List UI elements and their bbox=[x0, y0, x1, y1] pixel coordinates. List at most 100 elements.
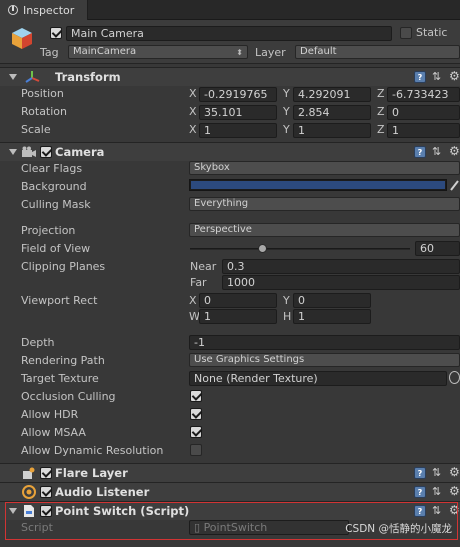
position-y-field[interactable]: 4.292091 bbox=[293, 87, 371, 102]
clear-flags-value: Skybox bbox=[194, 162, 230, 173]
allow-dynamic-resolution-label: Allow Dynamic Resolution bbox=[21, 444, 164, 457]
tag-label: Tag bbox=[40, 46, 59, 59]
preset-icon[interactable]: ⇅ bbox=[432, 145, 444, 159]
rendering-path-label: Rendering Path bbox=[21, 354, 105, 367]
viewport-h-label: H bbox=[283, 310, 292, 323]
viewport-y-field[interactable]: 0 bbox=[293, 293, 371, 308]
rotation-y-field[interactable]: 2.854 bbox=[293, 105, 371, 120]
allow-dynamic-resolution-checkbox[interactable] bbox=[190, 444, 202, 456]
active-checkbox[interactable] bbox=[50, 27, 62, 39]
projection-label: Projection bbox=[21, 224, 76, 237]
name-field[interactable]: Main Camera bbox=[66, 26, 392, 41]
near-field[interactable]: 0.3 bbox=[222, 259, 460, 274]
clear-flags-label: Clear Flags bbox=[21, 162, 83, 175]
watermark: CSDN @恬静的小魔龙 bbox=[345, 523, 452, 535]
camera-header-icons: ? ⇅ ⚙ bbox=[414, 144, 460, 160]
culling-mask-dropdown[interactable]: Everything bbox=[189, 197, 460, 211]
allow-hdr-checkbox[interactable] bbox=[190, 408, 202, 420]
static-checkbox[interactable] bbox=[400, 27, 412, 39]
camera-title: Camera bbox=[55, 145, 105, 159]
background-color-swatch bbox=[191, 181, 445, 189]
background-color-field[interactable] bbox=[189, 179, 447, 191]
occlusion-culling-label: Occlusion Culling bbox=[21, 390, 116, 403]
target-texture-label: Target Texture bbox=[21, 372, 99, 385]
rotation-z-field[interactable]: 0 bbox=[387, 105, 460, 120]
preset-icon[interactable]: ⇅ bbox=[432, 485, 444, 499]
scale-x-field[interactable]: 1 bbox=[199, 123, 277, 138]
viewport-x-label: X bbox=[189, 294, 197, 307]
camera-enabled-checkbox[interactable] bbox=[40, 146, 52, 158]
gear-icon[interactable]: ⚙ bbox=[449, 144, 460, 158]
preset-icon[interactable]: ⇅ bbox=[432, 70, 444, 84]
camera-header[interactable]: Camera ? ⇅ ⚙ bbox=[0, 142, 460, 161]
gameobject-header: Main Camera Static Tag MainCamera ⬍ Laye… bbox=[0, 20, 460, 64]
flare-layer-enabled-checkbox[interactable] bbox=[40, 467, 52, 479]
allow-msaa-checkbox[interactable] bbox=[190, 426, 202, 438]
rotation-x-field[interactable]: 35.101 bbox=[199, 105, 277, 120]
object-picker-icon[interactable] bbox=[449, 371, 460, 384]
target-texture-field[interactable]: None (Render Texture) bbox=[189, 371, 447, 386]
flare-layer-title: Flare Layer bbox=[55, 466, 128, 480]
background-label: Background bbox=[21, 180, 87, 193]
occlusion-culling-checkbox[interactable] bbox=[190, 390, 202, 402]
flare-layer-header[interactable]: Flare Layer ? ⇅ ⚙ bbox=[0, 463, 460, 482]
viewport-y-label: Y bbox=[283, 294, 290, 307]
tag-value: MainCamera bbox=[73, 46, 137, 57]
projection-dropdown[interactable]: Perspective bbox=[189, 223, 460, 237]
help-icon[interactable]: ? bbox=[414, 486, 426, 498]
tag-dropdown[interactable]: MainCamera ⬍ bbox=[68, 45, 248, 59]
audio-listener-enabled-checkbox[interactable] bbox=[40, 486, 52, 498]
viewport-x-field[interactable]: 0 bbox=[199, 293, 277, 308]
position-x-label: X bbox=[189, 87, 197, 100]
eyedropper-icon[interactable] bbox=[449, 178, 460, 192]
allow-hdr-label: Allow HDR bbox=[21, 408, 79, 421]
static-label: Static bbox=[416, 26, 448, 39]
rotation-label: Rotation bbox=[21, 105, 68, 118]
viewport-h-field[interactable]: 1 bbox=[293, 309, 371, 324]
allow-msaa-label: Allow MSAA bbox=[21, 426, 86, 439]
viewport-w-field[interactable]: 1 bbox=[199, 309, 277, 324]
far-label: Far bbox=[190, 276, 207, 289]
flare-layer-icon bbox=[23, 467, 35, 479]
depth-field[interactable]: -1 bbox=[189, 335, 460, 350]
gear-icon[interactable]: ⚙ bbox=[449, 69, 460, 83]
preset-icon[interactable]: ⇅ bbox=[432, 466, 444, 480]
rotation-z-label: Z bbox=[377, 105, 385, 118]
transform-header[interactable]: Transform ? ⇅ ⚙ bbox=[0, 67, 460, 86]
fov-slider-track[interactable] bbox=[190, 248, 410, 250]
scale-x-label: X bbox=[189, 123, 197, 136]
help-icon[interactable]: ? bbox=[414, 467, 426, 479]
foldout-arrow-icon[interactable] bbox=[9, 149, 17, 155]
position-z-label: Z bbox=[377, 87, 385, 100]
scale-z-field[interactable]: 1 bbox=[387, 123, 460, 138]
tab-inspector[interactable]: Inspector bbox=[0, 0, 88, 20]
layer-label: Layer bbox=[255, 46, 286, 59]
rotation-y-label: Y bbox=[283, 105, 290, 118]
clear-flags-dropdown[interactable]: Skybox bbox=[189, 161, 460, 175]
culling-mask-label: Culling Mask bbox=[21, 198, 91, 211]
rendering-path-value: Use Graphics Settings bbox=[194, 354, 305, 365]
tab-bar: Inspector bbox=[0, 0, 460, 20]
help-icon[interactable]: ? bbox=[414, 71, 426, 83]
far-field[interactable]: 1000 bbox=[222, 275, 460, 290]
position-x-field[interactable]: -0.2919765 bbox=[199, 87, 277, 102]
fov-field[interactable]: 60 bbox=[415, 241, 460, 256]
viewport-rect-label: Viewport Rect bbox=[21, 294, 98, 307]
rendering-path-dropdown[interactable]: Use Graphics Settings bbox=[189, 353, 460, 367]
position-y-label: Y bbox=[283, 87, 290, 100]
audio-listener-icon bbox=[22, 485, 36, 499]
scale-y-field[interactable]: 1 bbox=[293, 123, 371, 138]
transform-header-icons: ? ⇅ ⚙ bbox=[414, 69, 460, 85]
flare-layer-header-icons: ? ⇅ ⚙ bbox=[414, 465, 460, 481]
position-z-field[interactable]: -6.733423 bbox=[387, 87, 460, 102]
gear-icon[interactable]: ⚙ bbox=[449, 484, 460, 498]
fov-slider-handle[interactable] bbox=[258, 244, 267, 253]
near-label: Near bbox=[190, 260, 217, 273]
rotation-x-label: X bbox=[189, 105, 197, 118]
help-icon[interactable]: ? bbox=[414, 146, 426, 158]
dropdown-arrow-icon: ⬍ bbox=[236, 48, 243, 57]
foldout-arrow-icon[interactable] bbox=[9, 74, 17, 80]
gear-icon[interactable]: ⚙ bbox=[449, 465, 460, 479]
audio-listener-header[interactable]: Audio Listener ? ⇅ ⚙ bbox=[0, 482, 460, 501]
layer-dropdown[interactable]: Default bbox=[295, 45, 460, 59]
